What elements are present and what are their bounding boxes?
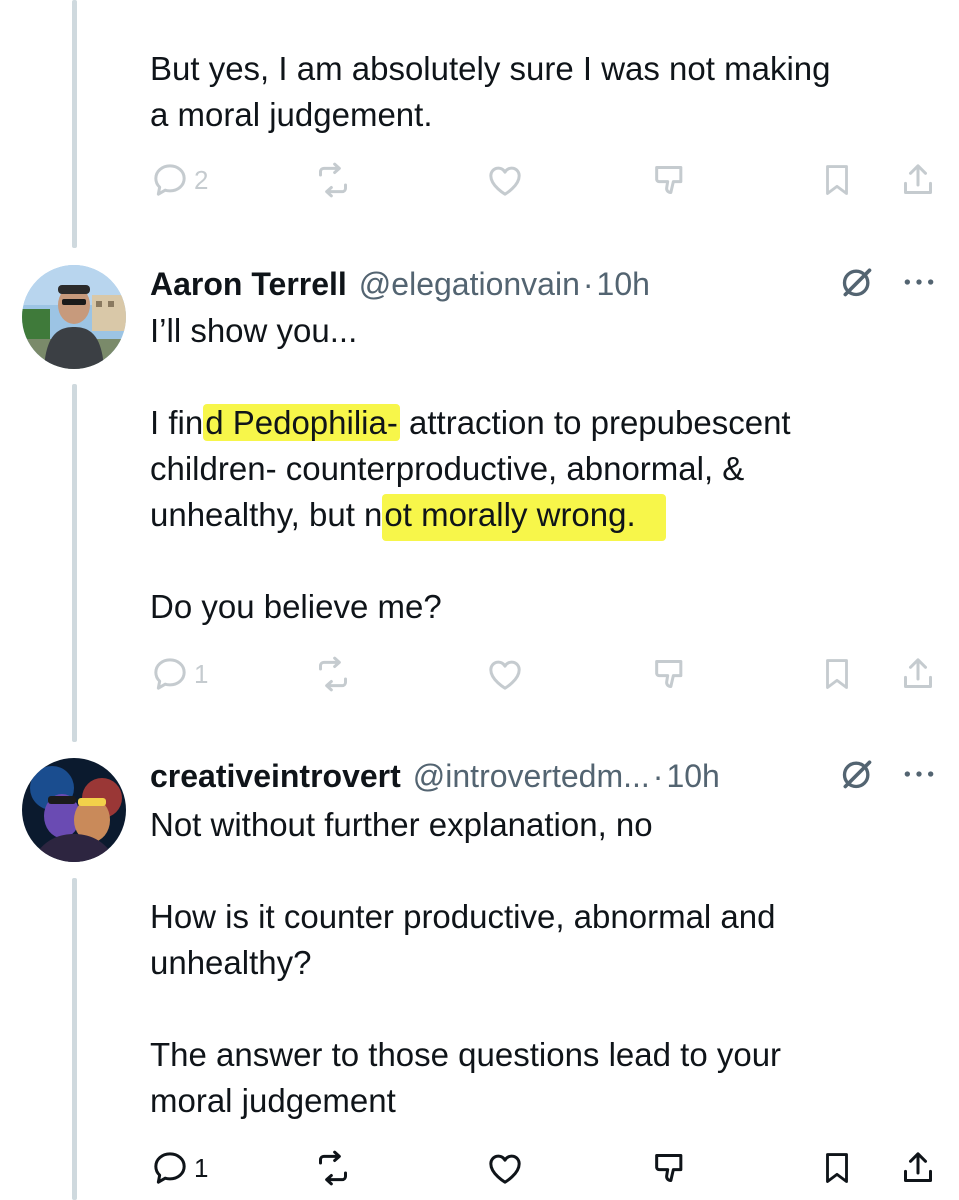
bookmark-button[interactable] <box>818 158 856 202</box>
like-button[interactable] <box>484 158 526 202</box>
more-icon[interactable] <box>899 754 939 799</box>
post-header-controls <box>837 754 939 798</box>
post-top[interactable]: But yes, I am absolutely sure I was not … <box>0 0 959 230</box>
separator-dot: · <box>582 265 594 302</box>
avatar[interactable] <box>22 265 126 369</box>
post-text-line: children- counterproductive, abnormal, & <box>150 450 745 487</box>
like-button[interactable] <box>484 1146 526 1190</box>
repost-icon <box>312 654 354 694</box>
dislike-button[interactable] <box>650 1146 690 1190</box>
repost-icon <box>312 160 354 200</box>
share-button[interactable] <box>898 1146 938 1190</box>
dislike-button[interactable] <box>650 158 690 202</box>
post-text-line: Not without further explanation, no <box>150 806 653 843</box>
post-body: Not without further explanation, no How … <box>150 802 940 1124</box>
dislike-icon <box>650 654 690 694</box>
text-span: I fin <box>150 404 204 441</box>
bookmark-icon <box>818 160 856 200</box>
post-aaron-terrell[interactable]: Aaron Terrell @elegationvain · 10h I’ll … <box>0 262 959 702</box>
avatar[interactable] <box>22 758 126 862</box>
grok-icon[interactable] <box>837 262 877 307</box>
reply-icon <box>150 160 190 200</box>
reply-button[interactable]: 1 <box>150 652 208 696</box>
post-paragraph: I find Pedophilia- attraction to prepube… <box>150 400 940 446</box>
post-header-controls <box>837 262 939 306</box>
post-text-line: How is it counter productive, abnormal a… <box>150 898 776 935</box>
highlighted-text: ot morally wrong. <box>382 494 666 541</box>
share-icon <box>898 1148 938 1188</box>
post-creativeintrovert[interactable]: creativeintrovert @introvertedm... · 10h… <box>0 754 959 1200</box>
post-paragraph: unhealthy, but not morally wrong. <box>150 492 940 541</box>
post-text-line: The answer to those questions lead to yo… <box>150 1036 782 1073</box>
like-icon <box>484 160 526 200</box>
post-header: Aaron Terrell @elegationvain · 10h <box>150 262 939 306</box>
share-button[interactable] <box>898 158 938 202</box>
text-span: unhealthy, but n <box>150 496 383 533</box>
post-body: I’ll show you... I find Pedophilia- attr… <box>150 308 940 630</box>
reply-count: 1 <box>194 658 209 689</box>
like-button[interactable] <box>484 652 526 696</box>
more-icon[interactable] <box>899 262 939 307</box>
post-text-line: moral judgement <box>150 1082 396 1119</box>
post-actions: 1 <box>150 652 940 696</box>
user-handle[interactable]: @elegationvain <box>359 266 580 303</box>
display-name[interactable]: creativeintrovert <box>150 758 401 795</box>
post-text-line: a moral judgement. <box>150 96 433 133</box>
share-button[interactable] <box>898 652 938 696</box>
reply-icon <box>150 654 190 694</box>
bookmark-icon <box>818 654 856 694</box>
grok-icon[interactable] <box>837 754 877 799</box>
separator-dot: · <box>652 757 664 794</box>
share-icon <box>898 160 938 200</box>
bookmark-icon <box>818 1148 856 1188</box>
post-text-line: Do you believe me? <box>150 588 442 625</box>
share-icon <box>898 654 938 694</box>
post-text-line: But yes, I am absolutely sure I was not … <box>150 50 831 87</box>
timestamp[interactable]: 10h <box>666 758 719 795</box>
dislike-icon <box>650 160 690 200</box>
repost-button[interactable] <box>312 1146 354 1190</box>
post-text-line: unhealthy? <box>150 944 312 981</box>
dislike-button[interactable] <box>650 652 690 696</box>
post-text-line: I’ll show you... <box>150 312 358 349</box>
bookmark-button[interactable] <box>818 1146 856 1190</box>
reply-icon <box>150 1148 190 1188</box>
post-actions: 1 <box>150 1146 940 1190</box>
reply-count: 2 <box>194 164 209 195</box>
bookmark-button[interactable] <box>818 652 856 696</box>
like-icon <box>484 654 526 694</box>
reply-count: 1 <box>194 1152 209 1183</box>
user-handle[interactable]: @introvertedm... <box>413 758 650 795</box>
text-span: attraction to prepubescent <box>399 404 791 441</box>
display-name[interactable]: Aaron Terrell <box>150 266 347 303</box>
repost-button[interactable] <box>312 652 354 696</box>
repost-button[interactable] <box>312 158 354 202</box>
reply-button[interactable]: 2 <box>150 158 208 202</box>
like-icon <box>484 1148 526 1188</box>
post-header: creativeintrovert @introvertedm... · 10h <box>150 754 939 798</box>
dislike-icon <box>650 1148 690 1188</box>
repost-icon <box>312 1148 354 1188</box>
post-top-text: But yes, I am absolutely sure I was not … <box>150 46 940 138</box>
highlighted-text: d Pedophilia- <box>203 404 400 441</box>
post-top-actions: 2 <box>150 158 940 202</box>
reply-button[interactable]: 1 <box>150 1146 208 1190</box>
timestamp[interactable]: 10h <box>597 266 650 303</box>
